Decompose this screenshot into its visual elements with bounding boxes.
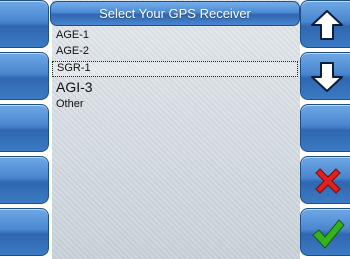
dialog-title: Select Your GPS Receiver <box>50 1 300 26</box>
left-soft-button-3[interactable] <box>0 104 49 152</box>
confirm-button[interactable] <box>300 208 350 256</box>
list-item-age-1[interactable]: AGE-1 <box>52 29 298 42</box>
left-soft-button-1[interactable] <box>0 0 49 48</box>
left-soft-button-5[interactable] <box>0 208 49 256</box>
scroll-up-button[interactable] <box>300 0 350 48</box>
confirm-check-icon <box>312 219 345 249</box>
up-arrow-icon <box>311 10 343 40</box>
list-item-agi-3[interactable]: AGI-3 <box>52 79 298 95</box>
scroll-down-button[interactable] <box>300 52 350 100</box>
list-item-age-2[interactable]: AGE-2 <box>52 45 298 58</box>
cancel-button[interactable] <box>300 156 350 204</box>
blank-button[interactable] <box>300 104 350 152</box>
left-soft-button-4[interactable] <box>0 156 49 204</box>
list-item-other[interactable]: Other <box>52 98 298 111</box>
list-item-sgr-1[interactable]: SGR-1 <box>52 61 298 77</box>
left-soft-button-2[interactable] <box>0 52 49 100</box>
down-arrow-icon <box>311 62 343 92</box>
cancel-x-icon <box>315 168 341 194</box>
